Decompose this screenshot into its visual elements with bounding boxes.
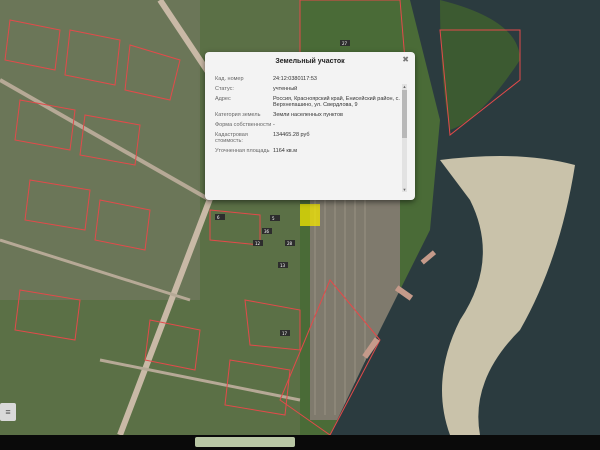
parcel-label: 28	[287, 241, 293, 246]
info-label: Кадастровая стоимость:	[215, 132, 248, 144]
parcel-label: 36	[264, 229, 270, 234]
info-label: Адрес	[215, 96, 231, 102]
info-value: учтенный	[273, 86, 298, 92]
info-value: -	[273, 122, 275, 128]
info-value: 1164 кв.м	[273, 148, 297, 154]
scroll-thumb[interactable]	[402, 90, 407, 138]
info-value: Земли населенных пунктов	[273, 112, 343, 118]
info-value: 24:12:0380117:53	[273, 76, 317, 82]
info-row: Адрес Россия, Красноярский край, Енисейс…	[215, 96, 400, 108]
parcel-label: 12	[255, 241, 261, 246]
info-row: Категория земель Земли населенных пункто…	[215, 112, 400, 118]
cadastral-map[interactable]: 6 36 28 27 17 13 12 5 ≡ Земельный участо…	[0, 0, 600, 435]
parcel-info-popup: Земельный участок ✖ Кад. номер 24:12:038…	[205, 52, 415, 200]
parcel-label: 17	[282, 331, 288, 336]
popup-title: Земельный участок	[275, 58, 345, 65]
bezel-sticker	[195, 437, 295, 447]
info-value: 134465.28 руб	[273, 132, 310, 138]
info-value: Россия, Красноярский край, Енисейский ра…	[273, 96, 400, 108]
scroll-down-icon[interactable]: ▼	[402, 187, 407, 192]
close-icon[interactable]: ✖	[402, 55, 409, 64]
screen: 6 36 28 27 17 13 12 5 ≡ Земельный участо…	[0, 0, 600, 450]
info-label: Категория земель	[215, 112, 261, 118]
info-row: Статус: учтенный	[215, 86, 400, 92]
info-label: Кад. номер	[215, 76, 244, 82]
parcel-label: 27	[342, 41, 348, 46]
selected-parcel[interactable]	[300, 204, 320, 226]
zoom-control-icon[interactable]: ≡	[0, 403, 16, 421]
scroll-up-icon[interactable]: ▲	[402, 84, 407, 89]
screen-bezel	[0, 435, 600, 450]
popup-body: Кад. номер 24:12:0380117:53 Статус: учте…	[215, 76, 400, 196]
popup-scrollbar[interactable]: ▲ ▼	[402, 84, 407, 192]
info-label: Уточненная площадь	[215, 148, 270, 154]
info-row: Уточненная площадь 1164 кв.м	[215, 148, 400, 154]
info-label: Статус:	[215, 86, 234, 92]
info-label: Форма собственности	[215, 122, 272, 128]
info-row: Кад. номер 24:12:0380117:53	[215, 76, 400, 82]
info-row: Кадастровая стоимость: 134465.28 руб	[215, 132, 400, 144]
parcel-label: 13	[280, 263, 286, 268]
info-row: Форма собственности -	[215, 122, 400, 128]
